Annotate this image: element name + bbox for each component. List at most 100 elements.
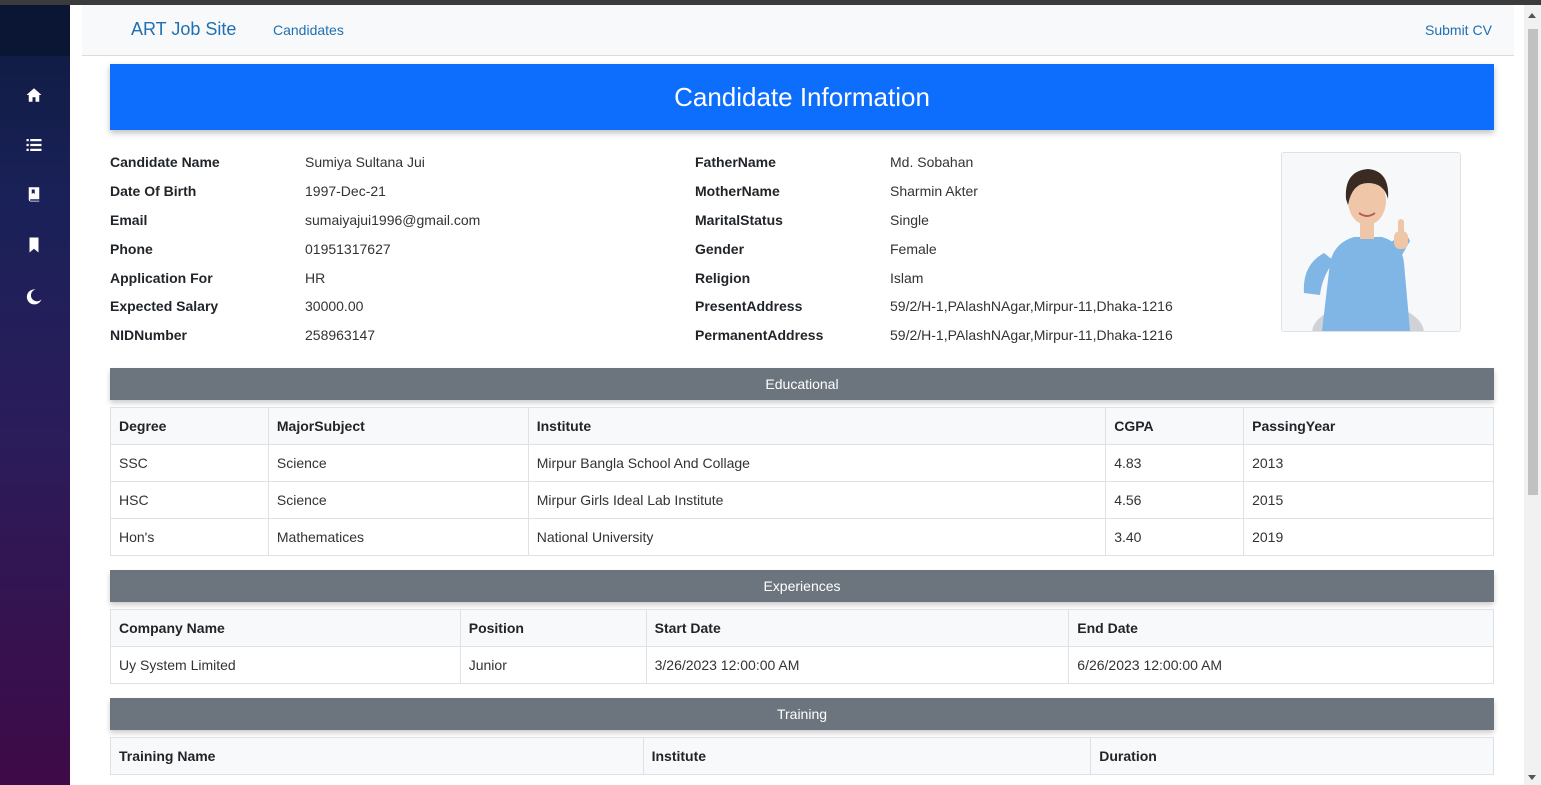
nav-candidates-link[interactable]: Candidates	[273, 22, 344, 38]
info-value: Md. Sobahan	[890, 154, 974, 171]
list-icon[interactable]	[22, 133, 46, 157]
info-label: Expected Salary	[110, 298, 219, 315]
info-value: Sumiya Sultana Jui	[305, 154, 425, 171]
info-label: Phone	[110, 240, 153, 257]
info-label: MotherName	[695, 183, 780, 200]
table-cell: 4.83	[1105, 444, 1245, 482]
info-value: 1997-Dec-21	[305, 183, 386, 200]
experiences-section-header: Experiences	[110, 570, 1494, 602]
table-row: SSC Science Mirpur Bangla School And Col…	[110, 444, 1494, 482]
page-title: Candidate Information	[110, 64, 1494, 130]
scrollbar-thumb[interactable]	[1528, 29, 1538, 495]
info-label: NIDNumber	[110, 327, 188, 344]
info-label: Religion	[695, 269, 751, 286]
info-value: 59/2/H-1,PAlashNAgar,Mirpur-11,Dhaka-121…	[890, 298, 1173, 315]
table-cell: Science	[267, 444, 529, 482]
info-row-mother-name: MotherName Sharmin Akter	[695, 177, 1265, 206]
info-value: 59/2/H-1,PAlashNAgar,Mirpur-11,Dhaka-121…	[890, 327, 1173, 344]
column-header: Institute	[527, 407, 1107, 445]
table-header-row: Company Name Position Start Date End Dat…	[110, 609, 1494, 647]
training-table: Training Name Institute Duration	[110, 737, 1494, 775]
candidate-photo	[1281, 152, 1461, 332]
info-label: PresentAddress	[695, 298, 803, 315]
table-cell: Hon's	[110, 518, 269, 556]
table-cell: Science	[267, 481, 529, 519]
table-header-row: Training Name Institute Duration	[110, 737, 1494, 775]
moon-icon[interactable]	[22, 285, 46, 309]
experiences-table: Company Name Position Start Date End Dat…	[110, 609, 1494, 684]
home-icon[interactable]	[22, 83, 46, 107]
table-row: Uy System Limited Junior 3/26/2023 12:00…	[110, 646, 1494, 684]
bookmark-icon[interactable]	[22, 233, 46, 257]
candidate-info-right: FatherName Md. Sobahan MotherName Sharmi…	[695, 148, 1265, 350]
scroll-up-arrow-icon[interactable]	[1528, 13, 1536, 18]
column-header: Position	[459, 609, 647, 647]
content-gutter	[70, 5, 82, 785]
info-value: sumaiyajui1996@gmail.com	[305, 211, 481, 228]
table-cell: SSC	[110, 444, 269, 482]
info-row-email: Email sumaiyajui1996@gmail.com	[110, 206, 670, 235]
info-label: Application For	[110, 269, 213, 286]
table-cell: Mirpur Girls Ideal Lab Institute	[527, 481, 1107, 519]
info-row-religion: Religion Islam	[695, 263, 1265, 292]
info-value: Female	[890, 240, 937, 257]
info-label: MaritalStatus	[695, 211, 783, 228]
table-row: HSC Science Mirpur Girls Ideal Lab Insti…	[110, 481, 1494, 519]
table-cell: 6/26/2023 12:00:00 AM	[1068, 646, 1494, 684]
info-label: Date Of Birth	[110, 183, 197, 200]
column-header: Institute	[642, 737, 1092, 775]
info-value: 01951317627	[305, 240, 391, 257]
page-scrollbar[interactable]	[1524, 5, 1541, 785]
sidebar	[0, 5, 70, 785]
table-cell: 3.40	[1105, 518, 1245, 556]
info-value: Sharmin Akter	[890, 183, 978, 200]
scroll-down-arrow-icon[interactable]	[1528, 775, 1536, 780]
educational-table: Degree MajorSubject Institute CGPA Passi…	[110, 407, 1494, 556]
info-value: HR	[305, 269, 326, 286]
column-header: Start Date	[645, 609, 1070, 647]
brand-link[interactable]: ART Job Site	[131, 19, 236, 40]
table-cell: 2015	[1243, 481, 1494, 519]
table-cell: 2013	[1243, 444, 1494, 482]
info-value: Islam	[890, 269, 924, 286]
info-row-permanent-address: PermanentAddress 59/2/H-1,PAlashNAgar,Mi…	[695, 321, 1265, 350]
column-header: PassingYear	[1243, 407, 1494, 445]
table-cell: Mirpur Bangla School And Collage	[527, 444, 1107, 482]
info-row-marital-status: MaritalStatus Single	[695, 206, 1265, 235]
table-cell: National University	[527, 518, 1107, 556]
info-label: Gender	[695, 240, 745, 257]
column-header: MajorSubject	[267, 407, 529, 445]
sidebar-brand-block	[0, 5, 70, 56]
table-cell: HSC	[110, 481, 269, 519]
column-header: Training Name	[110, 737, 644, 775]
info-value: 30000.00	[305, 298, 364, 315]
info-row-present-address: PresentAddress 59/2/H-1,PAlashNAgar,Mirp…	[695, 292, 1265, 321]
table-header-row: Degree MajorSubject Institute CGPA Passi…	[110, 407, 1494, 445]
table-cell: 3/26/2023 12:00:00 AM	[645, 646, 1070, 684]
info-label: Email	[110, 211, 148, 228]
info-row-father-name: FatherName Md. Sobahan	[695, 148, 1265, 177]
nav-submit-cv-link[interactable]: Submit CV	[1425, 22, 1492, 38]
info-label: FatherName	[695, 154, 776, 171]
info-value: Single	[890, 211, 929, 228]
educational-section-header: Educational	[110, 368, 1494, 400]
info-row-date-of-birth: Date Of Birth 1997-Dec-21	[110, 177, 670, 206]
info-row-candidate-name: Candidate Name Sumiya Sultana Jui	[110, 148, 670, 177]
column-header: End Date	[1068, 609, 1494, 647]
table-cell: Mathematices	[267, 518, 529, 556]
table-row: Hon's Mathematices National University 3…	[110, 518, 1494, 556]
column-header: Company Name	[110, 609, 461, 647]
info-row-phone: Phone 01951317627	[110, 234, 670, 263]
info-label: Candidate Name	[110, 154, 220, 171]
info-row-nid-number: NIDNumber 258963147	[110, 321, 670, 350]
table-cell: 2019	[1243, 518, 1494, 556]
training-section-header: Training	[110, 698, 1494, 730]
column-header: Duration	[1090, 737, 1494, 775]
table-cell: 4.56	[1105, 481, 1245, 519]
info-row-application-for: Application For HR	[110, 263, 670, 292]
candidate-info-left: Candidate Name Sumiya Sultana Jui Date O…	[110, 148, 670, 350]
column-header: CGPA	[1105, 407, 1245, 445]
info-row-gender: Gender Female	[695, 234, 1265, 263]
table-cell: Uy System Limited	[110, 646, 461, 684]
book-icon[interactable]	[22, 182, 46, 206]
